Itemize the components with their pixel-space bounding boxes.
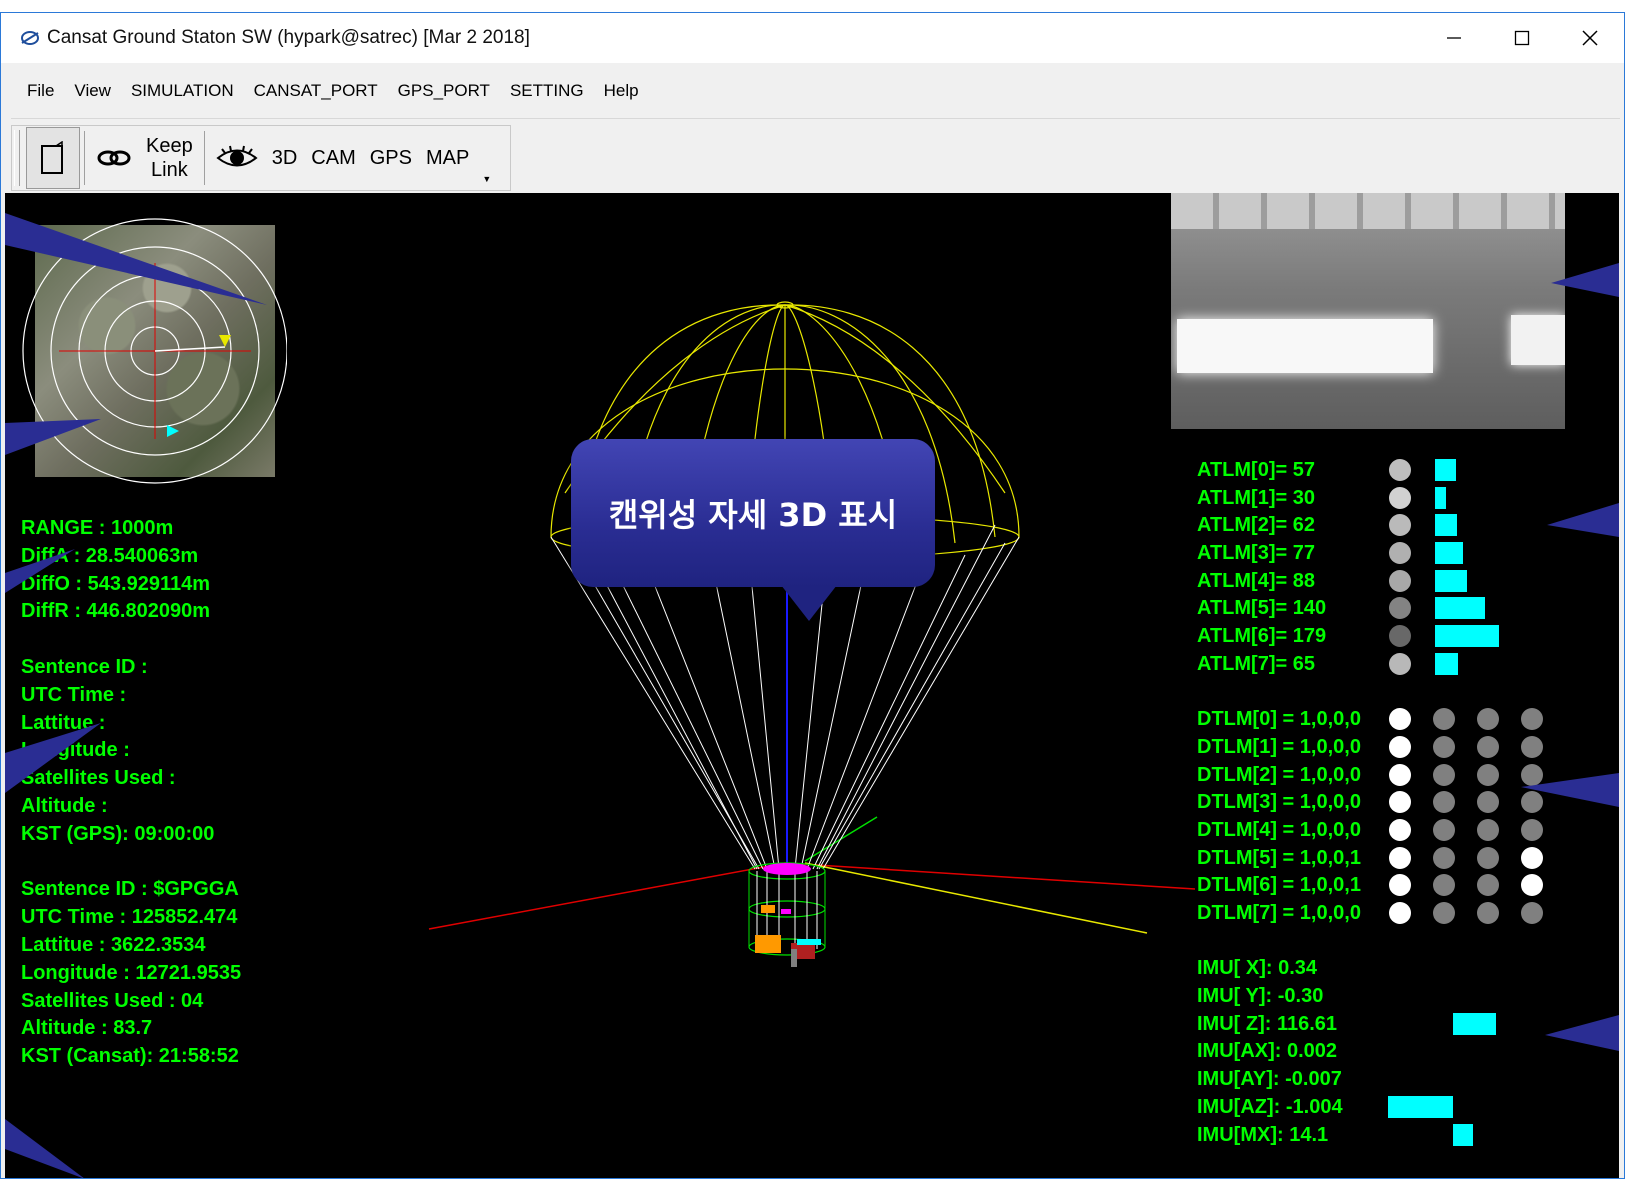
gps-button[interactable]: GPS	[363, 127, 419, 189]
toolbar-separator	[203, 131, 205, 185]
window-title: Cansat Ground Staton SW (hypark@satrec) …	[47, 27, 530, 48]
toolbar-overflow-icon[interactable]: ▼	[482, 174, 491, 184]
app-window: Cansat Ground Staton SW (hypark@satrec) …	[0, 12, 1625, 1179]
menu-bar: File View SIMULATION CANSAT_PORT GPS_POR…	[11, 63, 1620, 119]
cam-button[interactable]: CAM	[304, 127, 362, 189]
title-bar[interactable]: Cansat Ground Staton SW (hypark@satrec) …	[1, 13, 1624, 63]
keep-link-label-1: Keep	[146, 135, 193, 157]
menu-view[interactable]: View	[74, 81, 111, 101]
eye-button[interactable]	[209, 127, 265, 189]
menu-cansat-port[interactable]: CANSAT_PORT	[254, 81, 378, 101]
maximize-icon	[1514, 30, 1530, 46]
close-button[interactable]	[1556, 13, 1624, 63]
app-logo-icon	[19, 27, 41, 49]
toolbar-separator	[84, 131, 85, 185]
close-icon	[1582, 30, 1598, 46]
map-button[interactable]: MAP	[419, 127, 476, 189]
keep-link-button[interactable]: Keep Link	[139, 127, 200, 189]
annotation-pointers	[5, 213, 1619, 1178]
menu-file[interactable]: File	[27, 81, 54, 101]
minimize-icon	[1447, 37, 1461, 39]
minimize-button[interactable]	[1420, 13, 1488, 63]
menu-help[interactable]: Help	[604, 81, 639, 101]
menu-simulation[interactable]: SIMULATION	[131, 81, 234, 101]
link-button[interactable]	[89, 127, 139, 189]
keep-link-label-2: Link	[151, 159, 188, 181]
menu-setting[interactable]: SETTING	[510, 81, 584, 101]
door-button[interactable]	[26, 127, 80, 189]
eye-icon	[216, 145, 258, 167]
main-viewport[interactable]: RANGE : 1000m DiffA : 28.540063m DiffO :…	[5, 193, 1619, 1178]
view-3d-button[interactable]: 3D	[265, 127, 305, 189]
maximize-button[interactable]	[1488, 13, 1556, 63]
door-icon	[41, 141, 63, 174]
toolbar: Keep Link 3D CAM GPS MAP ▼	[11, 125, 511, 191]
menu-gps-port[interactable]: GPS_PORT	[398, 81, 490, 101]
link-icon	[97, 150, 131, 166]
toolbar-grip[interactable]	[14, 130, 20, 186]
